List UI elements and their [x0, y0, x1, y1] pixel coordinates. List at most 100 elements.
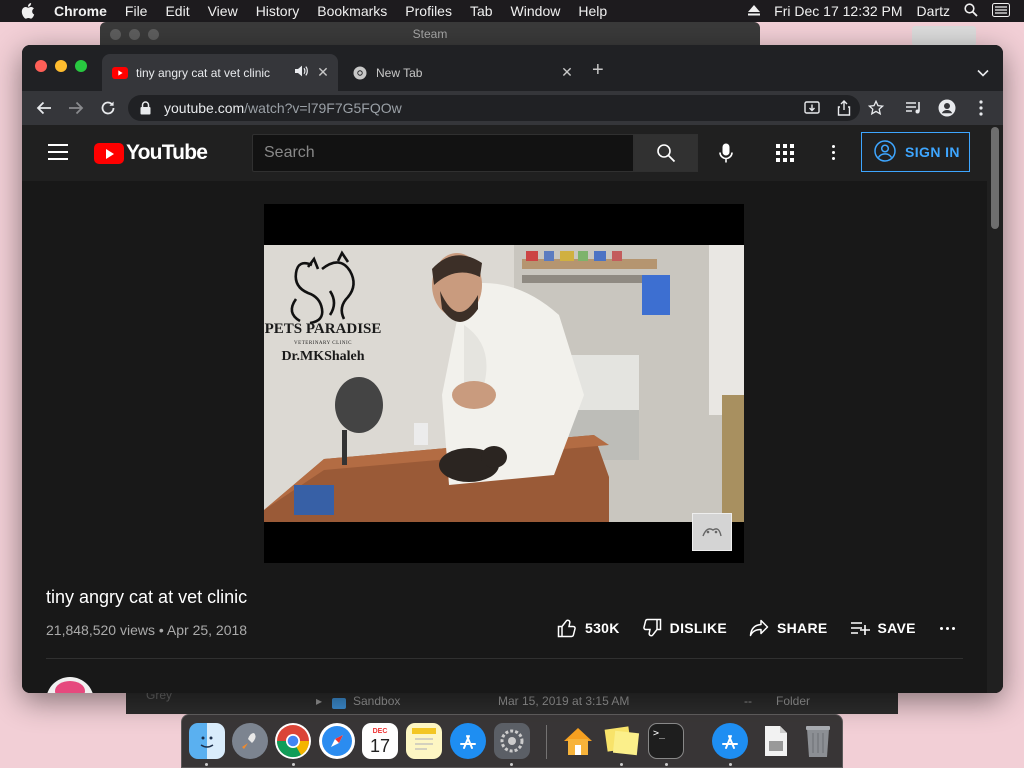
calendar-month: DEC	[372, 727, 388, 735]
browser-toolbar: youtube.com/watch?v=l79F7G5FQOw	[22, 91, 1003, 125]
trash-dock-icon[interactable]	[800, 723, 836, 759]
tab-title: tiny angry cat at vet clinic	[136, 65, 271, 80]
tab-search-chevron-icon[interactable]	[977, 64, 989, 82]
tab-youtube[interactable]: tiny angry cat at vet clinic ✕	[102, 54, 338, 91]
menu-history[interactable]: History	[256, 3, 300, 19]
back-arrow-icon[interactable]	[34, 98, 54, 118]
menu-tab[interactable]: Tab	[470, 3, 493, 19]
youtube-favicon-icon	[112, 66, 128, 79]
youtube-apps-grid-icon[interactable]	[774, 142, 796, 164]
search-button[interactable]	[634, 134, 698, 172]
share-button[interactable]: SHARE	[749, 619, 828, 637]
safari-dock-icon[interactable]	[319, 723, 355, 759]
share-page-icon[interactable]	[835, 99, 853, 117]
video-overlay-brand-line1: PETS PARADISE	[264, 321, 382, 337]
video-title: tiny angry cat at vet clinic	[46, 587, 248, 607]
scrollbar-thumb[interactable]	[991, 127, 999, 229]
close-window-button[interactable]	[35, 60, 47, 72]
voice-search-mic-icon[interactable]	[710, 137, 742, 169]
profile-avatar-icon[interactable]	[938, 99, 956, 117]
minimize-window-button[interactable]	[55, 60, 67, 72]
menu-window[interactable]: Window	[511, 3, 561, 19]
channel-avatar[interactable]	[46, 677, 94, 693]
url-text[interactable]: youtube.com/watch?v=l79F7G5FQOw	[164, 100, 402, 116]
background-window-thumbnail[interactable]	[912, 26, 976, 46]
search-input[interactable]	[253, 135, 633, 171]
chrome-dock-icon[interactable]	[275, 723, 311, 759]
like-button[interactable]: 530K	[557, 618, 620, 638]
finder-dock-icon[interactable]	[189, 723, 225, 759]
video-overlay-brand-line2: VETERINARY CLINIC	[294, 341, 352, 346]
thumbs-up-icon	[557, 619, 576, 638]
address-bar[interactable]: youtube.com/watch?v=l79F7G5FQOw	[128, 95, 860, 121]
apple-menu-icon[interactable]	[20, 3, 36, 19]
dislike-label: DISLIKE	[669, 620, 727, 636]
meta-dot: •	[158, 622, 167, 638]
page-scrollbar[interactable]	[987, 125, 1003, 693]
eject-icon[interactable]	[748, 3, 761, 19]
app-store-dock-icon[interactable]	[450, 723, 486, 759]
menu-profiles[interactable]: Profiles	[405, 3, 452, 19]
audio-playing-icon[interactable]	[294, 65, 308, 80]
chrome-window: tiny angry cat at vet clinic ✕ New Tab ✕…	[22, 45, 1003, 693]
reload-icon[interactable]	[98, 98, 118, 118]
dislike-button[interactable]: DISLIKE	[642, 618, 727, 638]
install-app-icon[interactable]	[803, 99, 821, 117]
notes-dock-icon[interactable]	[406, 723, 442, 759]
menu-app-name[interactable]: Chrome	[54, 3, 107, 19]
save-label: SAVE	[877, 620, 916, 636]
sign-in-button[interactable]: SIGN IN	[861, 132, 970, 172]
close-tab-icon[interactable]: ✕	[314, 64, 332, 81]
menubar-clock[interactable]: Fri Dec 17 12:32 PM	[774, 3, 902, 19]
youtube-logo-text: YouTube	[126, 141, 208, 164]
tab-new-tab[interactable]: New Tab ✕	[342, 54, 582, 91]
content-divider	[46, 658, 963, 659]
terminal-running-indicator	[665, 763, 668, 766]
tab-title: New Tab	[376, 65, 423, 80]
steam-window-background[interactable]: Steam	[100, 22, 760, 46]
account-circle-icon	[874, 139, 896, 165]
folder-icon	[332, 698, 346, 709]
guide-menu-icon[interactable]	[48, 144, 68, 160]
url-path: /watch?v=l79F7G5FQOw	[244, 100, 402, 116]
system-preferences-dock-icon[interactable]	[494, 723, 530, 759]
preview-document-dock-icon[interactable]	[758, 723, 794, 759]
calendar-dock-icon[interactable]: DEC 17	[362, 723, 398, 759]
launchpad-dock-icon[interactable]	[232, 723, 268, 759]
video-player[interactable]: PETS PARADISE VETERINARY CLINIC Dr.MKSha…	[264, 204, 744, 563]
spotlight-search-icon[interactable]	[964, 2, 978, 20]
app-store-dock-icon[interactable]	[712, 723, 748, 759]
close-tab-icon[interactable]: ✕	[558, 64, 576, 81]
settings-kebab-icon[interactable]	[824, 141, 842, 163]
stickies-dock-icon[interactable]	[604, 723, 640, 759]
menu-bookmarks[interactable]: Bookmarks	[317, 3, 387, 19]
terminal-dock-icon[interactable]: >_	[648, 723, 684, 759]
chrome-running-indicator	[292, 763, 295, 766]
forward-arrow-icon[interactable]	[66, 98, 86, 118]
bookmark-star-icon[interactable]	[867, 99, 885, 117]
control-center-icon[interactable]	[992, 2, 1010, 20]
video-frame[interactable]: PETS PARADISE VETERINARY CLINIC Dr.MKSha…	[264, 245, 744, 522]
youtube-logo[interactable]: YouTube	[94, 141, 208, 165]
video-views: 21,848,520 views	[46, 622, 155, 638]
menu-view[interactable]: View	[208, 3, 238, 19]
channel-watermark-icon[interactable]	[692, 513, 732, 551]
menu-help[interactable]: Help	[578, 3, 607, 19]
search-box[interactable]	[252, 134, 634, 172]
new-tab-plus-icon[interactable]: +	[592, 59, 604, 82]
video-overlay-brand-line3: Dr.MKShaleh	[281, 349, 365, 364]
more-actions-icon[interactable]	[939, 626, 955, 630]
media-controls-icon[interactable]	[905, 99, 923, 117]
disclosure-triangle-icon[interactable]: ▸	[316, 694, 322, 708]
menubar-user[interactable]: Dartz	[917, 3, 950, 19]
finder-row-name: Sandbox	[353, 694, 401, 708]
save-button[interactable]: SAVE	[850, 620, 916, 636]
menu-edit[interactable]: Edit	[165, 3, 189, 19]
menu-file[interactable]: File	[125, 3, 148, 19]
chrome-menu-kebab-icon[interactable]	[972, 99, 990, 117]
lock-icon[interactable]	[140, 101, 151, 118]
youtube-header: YouTube SIGN IN	[22, 125, 1003, 181]
macos-menubar: Chrome File Edit View History Bookmarks …	[0, 0, 1024, 22]
home-dock-icon[interactable]	[560, 723, 596, 759]
zoom-window-button[interactable]	[75, 60, 87, 72]
